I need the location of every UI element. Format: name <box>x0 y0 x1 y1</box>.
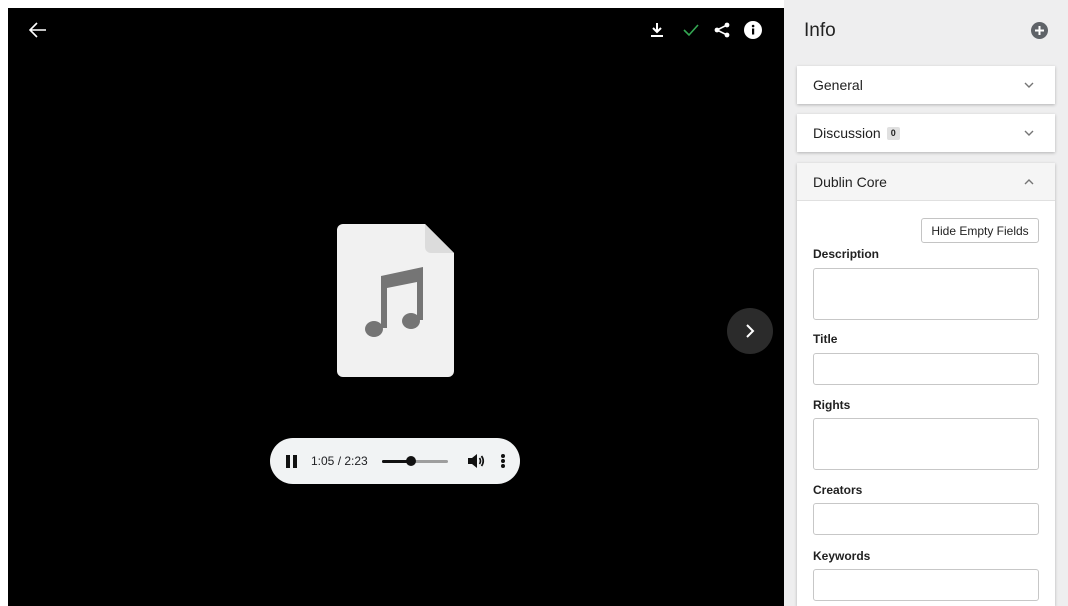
volume-icon[interactable] <box>467 452 485 470</box>
panel-discussion[interactable]: Discussion 0 <box>797 114 1055 152</box>
discussion-count-badge: 0 <box>886 126 900 140</box>
chevron-right-icon <box>746 324 755 338</box>
pause-icon[interactable] <box>286 454 300 468</box>
chevron-up-icon <box>1024 179 1034 185</box>
panel-general[interactable]: General <box>797 66 1055 104</box>
audio-file-icon <box>337 224 454 377</box>
back-arrow-icon[interactable] <box>24 18 52 42</box>
file-viewer: 1:05 / 2:23 <box>8 8 784 606</box>
panel-dublin-core-header[interactable]: Dublin Core <box>797 163 1055 201</box>
title-label: Title <box>813 332 838 346</box>
creators-label: Creators <box>813 483 863 497</box>
description-label: Description <box>813 247 880 261</box>
rights-field[interactable] <box>813 418 1039 470</box>
panel-general-label: General <box>813 77 863 93</box>
keywords-label: Keywords <box>813 549 871 563</box>
playback-time: 1:05 / 2:23 <box>311 454 368 468</box>
share-icon[interactable] <box>711 18 733 42</box>
info-sidebar: Info General Discussion 0 Dublin Core Hi… <box>784 0 1068 606</box>
add-icon[interactable] <box>1031 22 1048 39</box>
keywords-field[interactable] <box>813 569 1039 601</box>
description-field[interactable] <box>813 268 1039 320</box>
audio-player: 1:05 / 2:23 <box>270 438 520 484</box>
info-icon[interactable] <box>741 18 765 42</box>
check-icon[interactable] <box>680 18 702 42</box>
sidebar-title: Info <box>804 20 836 41</box>
more-options-icon[interactable] <box>499 452 507 470</box>
chevron-down-icon <box>1024 82 1034 88</box>
rights-label: Rights <box>813 398 851 412</box>
panel-dublin-core-label: Dublin Core <box>813 173 887 190</box>
chevron-down-icon <box>1024 130 1034 136</box>
panel-dublin-core: Dublin Core Hide Empty Fields Descriptio… <box>797 163 1055 606</box>
seek-slider[interactable] <box>381 455 448 467</box>
download-icon[interactable] <box>646 18 668 42</box>
hide-empty-fields-button[interactable]: Hide Empty Fields <box>921 218 1039 243</box>
creators-field[interactable] <box>813 503 1039 535</box>
panel-discussion-label: Discussion <box>813 125 881 141</box>
title-field[interactable] <box>813 353 1039 385</box>
next-arrow-button[interactable] <box>727 308 773 354</box>
